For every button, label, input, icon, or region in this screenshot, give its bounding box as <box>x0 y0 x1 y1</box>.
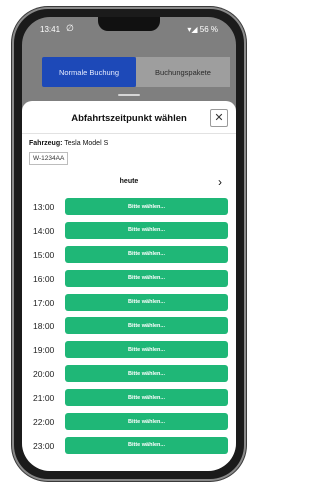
sheet-title: Abfahrtszeitpunkt wählen <box>71 113 187 124</box>
tab-buchungspakete[interactable]: Buchungspakete <box>136 57 230 87</box>
select-slot-button[interactable]: Bitte wählen... <box>65 198 228 215</box>
time-slot-row: 14:00 Bitte wählen... <box>22 219 236 243</box>
phone-screen: 13:41 ∅ ▾◢ 56 % Normale Buchung Buchungs… <box>22 17 236 471</box>
phone-frame: 13:41 ∅ ▾◢ 56 % Normale Buchung Buchungs… <box>14 9 244 479</box>
time-slot-list: 13:00 Bitte wählen... 14:00 Bitte wählen...… <box>22 195 236 458</box>
tab-normale-buchung[interactable]: Normale Buchung <box>42 57 136 87</box>
camera-notch <box>98 17 160 31</box>
select-slot-button[interactable]: Bitte wählen... <box>65 269 228 287</box>
time-slot-label: 17:00 <box>33 297 55 308</box>
vehicle-label: Fahrzeug: <box>29 140 63 147</box>
time-slot-label: 20:00 <box>33 369 55 380</box>
select-slot-button[interactable]: Bitte wählen... <box>65 245 228 263</box>
license-plate: W-1234AA <box>29 152 69 165</box>
select-slot-button[interactable]: Bitte wählen... <box>65 293 228 311</box>
time-slot-row: 23:00 Bitte wählen... <box>22 434 236 458</box>
day-selector: heute › <box>22 173 236 191</box>
select-slot-button[interactable]: Bitte wählen... <box>65 389 228 407</box>
select-slot-button[interactable]: Bitte wählen... <box>65 317 228 335</box>
select-slot-button[interactable]: Bitte wählen... <box>65 365 228 383</box>
time-slot-row: 21:00 Bitte wählen... <box>22 386 236 410</box>
time-slot-row: 15:00 Bitte wählen... <box>22 243 236 267</box>
divider <box>22 133 236 134</box>
time-slot-row: 17:00 Bitte wählen... <box>22 291 236 315</box>
time-slot-row: 19:00 Bitte wählen... <box>22 338 236 362</box>
close-button[interactable]: ✕ <box>210 109 228 127</box>
notification-icon: ∅ <box>66 23 74 33</box>
time-slot-row: 16:00 Bitte wählen... <box>22 267 236 291</box>
select-slot-button[interactable]: Bitte wählen... <box>65 341 228 359</box>
vehicle-name: Tesla Model S <box>64 140 109 147</box>
departure-time-sheet: Abfahrtszeitpunkt wählen ✕ Fahrzeug: Tes… <box>22 101 236 471</box>
status-bar: 13:41 ∅ ▾◢ 56 % <box>22 17 236 41</box>
time-slot-label: 14:00 <box>33 225 55 236</box>
booking-tabs: Normale Buchung Buchungspakete <box>42 57 230 87</box>
select-slot-button[interactable]: Bitte wählen... <box>65 436 228 454</box>
time-slot-label: 19:00 <box>33 345 55 356</box>
time-slot-label: 15:00 <box>33 249 55 260</box>
status-time: 13:41 <box>40 25 61 34</box>
time-slot-label: 13:00 <box>33 202 55 212</box>
time-slot-label: 23:00 <box>33 440 55 451</box>
select-slot-button[interactable]: Bitte wählen... <box>65 221 228 239</box>
time-slot-label: 18:00 <box>33 321 55 332</box>
time-slot-row: 18:00 Bitte wählen... <box>22 314 236 338</box>
select-slot-button[interactable]: Bitte wählen... <box>65 413 228 431</box>
status-signal-battery: ▾◢ 56 % <box>187 25 218 34</box>
time-slot-row: 22:00 Bitte wählen... <box>22 410 236 434</box>
day-label: heute <box>119 178 139 185</box>
sheet-drag-handle[interactable] <box>118 94 140 96</box>
time-slot-label: 21:00 <box>33 393 55 404</box>
time-slot-label: 22:00 <box>33 417 55 428</box>
time-slot-label: 16:00 <box>33 273 55 284</box>
time-slot-row: 20:00 Bitte wählen... <box>22 362 236 386</box>
vehicle-info: Fahrzeug: Tesla Model S <box>29 140 108 147</box>
next-day-chevron-icon[interactable]: › <box>218 175 222 189</box>
time-slot-row: 13:00 Bitte wählen... <box>22 195 236 219</box>
